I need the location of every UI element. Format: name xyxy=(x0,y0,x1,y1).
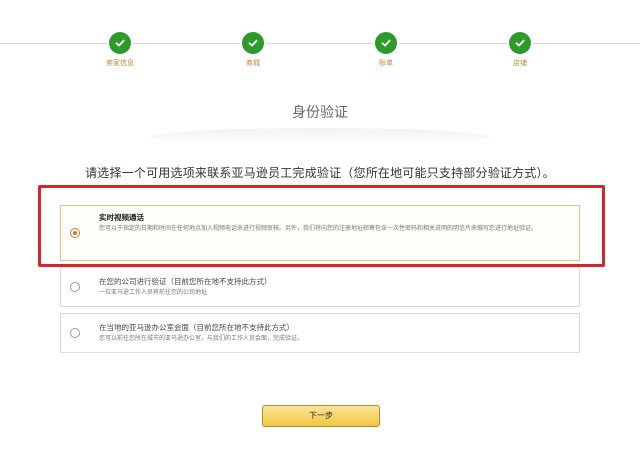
check-icon xyxy=(375,32,397,54)
step-label: 账单 xyxy=(379,59,393,67)
step-label: 商城 xyxy=(246,59,260,67)
option-video-call[interactable]: 实时视频通话 您可以于指定的日期和时间在任何地点加入视频电话来进行视频审核。另外… xyxy=(60,205,580,261)
option-title: 实时视频通话 xyxy=(99,213,144,222)
radio-office-meeting[interactable] xyxy=(70,328,80,338)
option-description: 一位亚马逊工作人员将前往您的公司地址 xyxy=(99,289,208,296)
option-title: 在您的公司进行验证（目前您所在地不支持此方式） xyxy=(99,277,272,286)
step-store: 店铺 xyxy=(490,32,550,68)
check-icon xyxy=(242,32,264,54)
next-step-button[interactable]: 下一步 xyxy=(262,405,380,427)
progress-stepper: 卖家信息 商城 账单 店铺 xyxy=(0,0,640,80)
option-description: 您可以于指定的日期和时间在任何地点加入视频电话来进行视频审核。另外，我们将向您的… xyxy=(99,225,538,232)
step-label: 卖家信息 xyxy=(106,59,134,67)
option-title: 在当地的亚马逊办公室会面（目前您所在地不支持此方式） xyxy=(99,323,294,332)
step-billing: 账单 xyxy=(356,32,416,68)
option-company-verification[interactable]: 在您的公司进行验证（目前您所在地不支持此方式） 一位亚马逊工作人员将前往您的公司… xyxy=(60,267,580,307)
radio-company-verification[interactable] xyxy=(70,282,80,292)
instruction-text: 请选择一个可用选项来联系亚马逊员工完成验证（您所在地可能只支持部分验证方式）。 xyxy=(85,166,555,180)
step-label: 店铺 xyxy=(513,59,527,67)
title-divider xyxy=(150,128,490,146)
step-marketplace: 商城 xyxy=(223,32,283,68)
check-icon xyxy=(509,32,531,54)
option-office-meeting[interactable]: 在当地的亚马逊办公室会面（目前您所在地不支持此方式） 您可以前往您所在城市的亚马… xyxy=(60,313,580,353)
step-seller-info: 卖家信息 xyxy=(90,32,150,68)
page-title: 身份验证 xyxy=(292,105,348,121)
option-description: 您可以前往您所在城市的亚马逊办公室，与我们的工作人员会面，完成验证。 xyxy=(99,335,304,342)
radio-video-call[interactable] xyxy=(70,228,80,238)
check-icon xyxy=(109,32,131,54)
